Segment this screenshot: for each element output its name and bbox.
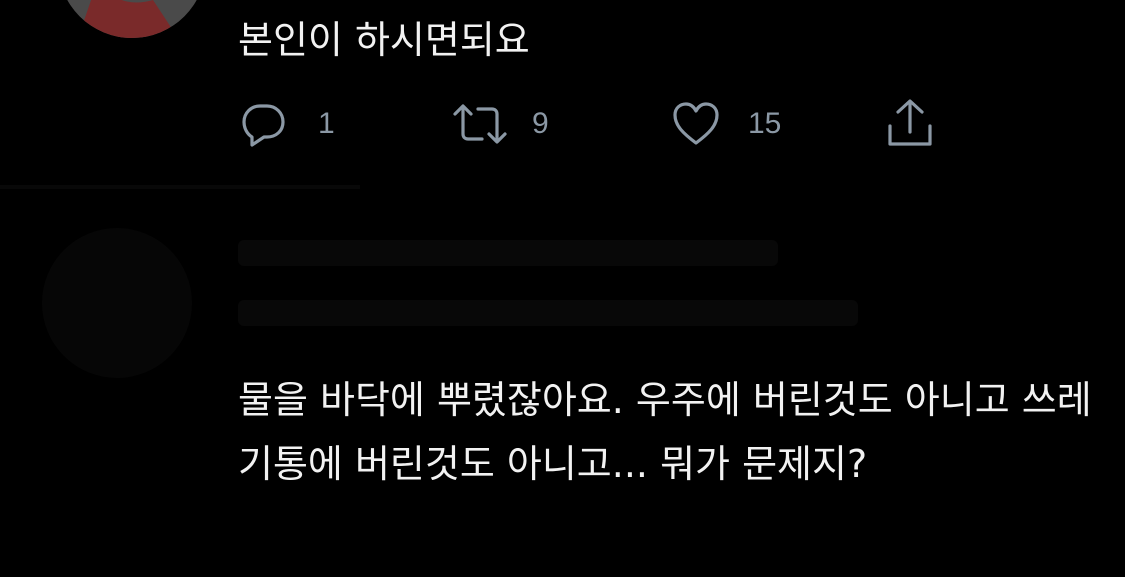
- tweet-text: 물을 바닥에 뿌렸잖아요. 우주에 버린것도 아니고 쓰레기통에 버린것도 아니…: [238, 378, 1092, 486]
- retweet-button[interactable]: 9: [452, 96, 549, 152]
- retweet-count: 9: [532, 107, 549, 140]
- reply-button[interactable]: 1: [240, 96, 335, 152]
- like-count: 15: [748, 107, 782, 140]
- tweet-text: 본인이 하시면되요: [238, 18, 530, 62]
- faded-reply-context: [238, 300, 858, 326]
- share-icon: [886, 98, 934, 150]
- share-button[interactable]: [886, 96, 934, 152]
- reply-icon: [240, 100, 288, 148]
- divider: [0, 185, 360, 189]
- tweet-action-bar: 1 9 15: [240, 96, 960, 152]
- heart-icon: [672, 100, 720, 148]
- avatar[interactable]: [58, 0, 206, 38]
- like-button[interactable]: 15: [672, 96, 781, 152]
- retweet-icon: [452, 100, 508, 148]
- reply-count: 1: [318, 107, 335, 140]
- avatar: [42, 228, 192, 378]
- faded-header: [238, 240, 778, 266]
